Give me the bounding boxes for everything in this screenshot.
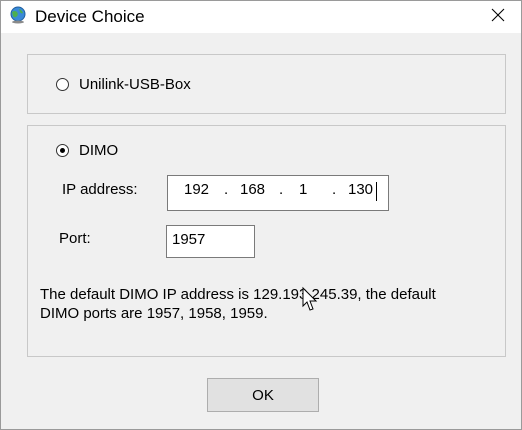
ok-button[interactable]: OK	[207, 378, 319, 412]
info-text-line-1: The default DIMO IP address is 129.193.2…	[40, 286, 436, 303]
globe-app-icon	[9, 6, 27, 24]
title-bar: Device Choice	[1, 1, 521, 33]
usb-box-radio[interactable]	[56, 78, 69, 91]
ip-address-label: IP address:	[62, 181, 138, 198]
close-icon	[491, 8, 505, 27]
port-field[interactable]: 1957	[166, 225, 255, 258]
port-value: 1957	[172, 231, 206, 248]
text-caret	[376, 182, 377, 201]
ip-octet-2: 168	[240, 181, 266, 198]
ip-dot-3: .	[332, 181, 337, 198]
close-button[interactable]	[475, 1, 521, 33]
info-text-line-2: DIMO ports are 1957, 1958, 1959.	[40, 305, 268, 322]
port-label: Port:	[59, 230, 91, 247]
ip-octet-4: 130	[348, 181, 374, 198]
ip-address-field[interactable]: 192 . 168 . 1 . 130	[167, 175, 389, 211]
ok-button-label: OK	[252, 386, 274, 404]
device-choice-dialog: Device Choice Unilink-USB-Box DIMO IP ad…	[0, 0, 522, 430]
dimo-radio-label[interactable]: DIMO	[79, 142, 118, 159]
mouse-cursor-icon	[299, 286, 319, 314]
ip-dot-2: .	[279, 181, 284, 198]
ip-octet-1: 192	[184, 181, 210, 198]
usb-box-radio-label[interactable]: Unilink-USB-Box	[79, 76, 191, 93]
dimo-group	[27, 125, 506, 357]
dimo-radio[interactable]	[56, 144, 69, 157]
ip-octet-3: 1	[299, 181, 308, 198]
ip-dot-1: .	[224, 181, 229, 198]
window-title: Device Choice	[35, 7, 145, 26]
